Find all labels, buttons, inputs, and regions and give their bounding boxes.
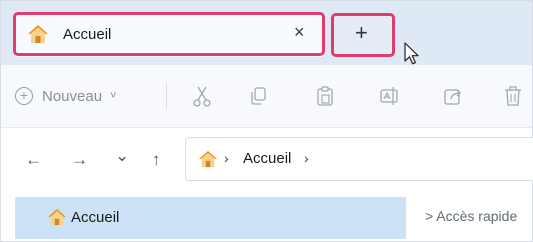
copy-icon[interactable] <box>249 85 269 107</box>
address-bar[interactable]: › Accueil › <box>185 137 533 181</box>
address-bar-row: ← → ⌄ ↑ › Accueil › <box>1 128 533 192</box>
mouse-pointer-icon <box>404 42 419 65</box>
close-icon[interactable]: × <box>294 22 305 42</box>
add-icon: + <box>15 87 33 105</box>
cut-icon[interactable] <box>192 85 212 107</box>
delete-icon[interactable] <box>503 85 523 107</box>
new-label: Nouveau <box>42 87 103 105</box>
explorer-window: Accueil × + + Nouveau ˅ ← → ⌄ ↑ › Accuei… <box>0 0 533 242</box>
plus-icon: + <box>355 20 368 45</box>
home-icon <box>28 25 48 43</box>
quick-access-section-header[interactable]: > Accès rapide <box>425 208 517 224</box>
sidebar-item-label: Accueil <box>71 209 120 226</box>
tab-title: Accueil <box>63 26 112 43</box>
breadcrumb-separator[interactable]: › <box>224 150 229 166</box>
home-icon <box>48 208 66 226</box>
share-icon[interactable] <box>443 85 463 107</box>
rename-icon[interactable] <box>379 85 399 107</box>
command-bar: + Nouveau ˅ <box>1 65 532 128</box>
tab-accueil[interactable]: Accueil × <box>15 13 324 57</box>
toolbar-divider <box>166 83 167 109</box>
forward-arrow-icon[interactable]: → <box>71 150 88 170</box>
breadcrumb-separator[interactable]: › <box>304 150 309 166</box>
home-icon <box>199 150 217 168</box>
new-tab-button[interactable]: + <box>334 15 392 55</box>
up-arrow-icon[interactable]: ↑ <box>152 150 161 170</box>
back-arrow-icon[interactable]: ← <box>25 150 42 170</box>
breadcrumb-accueil[interactable]: Accueil <box>243 150 291 167</box>
paste-icon[interactable] <box>315 85 335 107</box>
recent-locations-chevron-icon[interactable]: ⌄ <box>115 146 129 166</box>
new-button[interactable]: + Nouveau ˅ <box>15 85 116 107</box>
tab-strip: Accueil × + <box>1 1 532 65</box>
sidebar-item-accueil[interactable]: Accueil <box>15 197 406 239</box>
chevron-down-icon: ˅ <box>110 90 117 102</box>
